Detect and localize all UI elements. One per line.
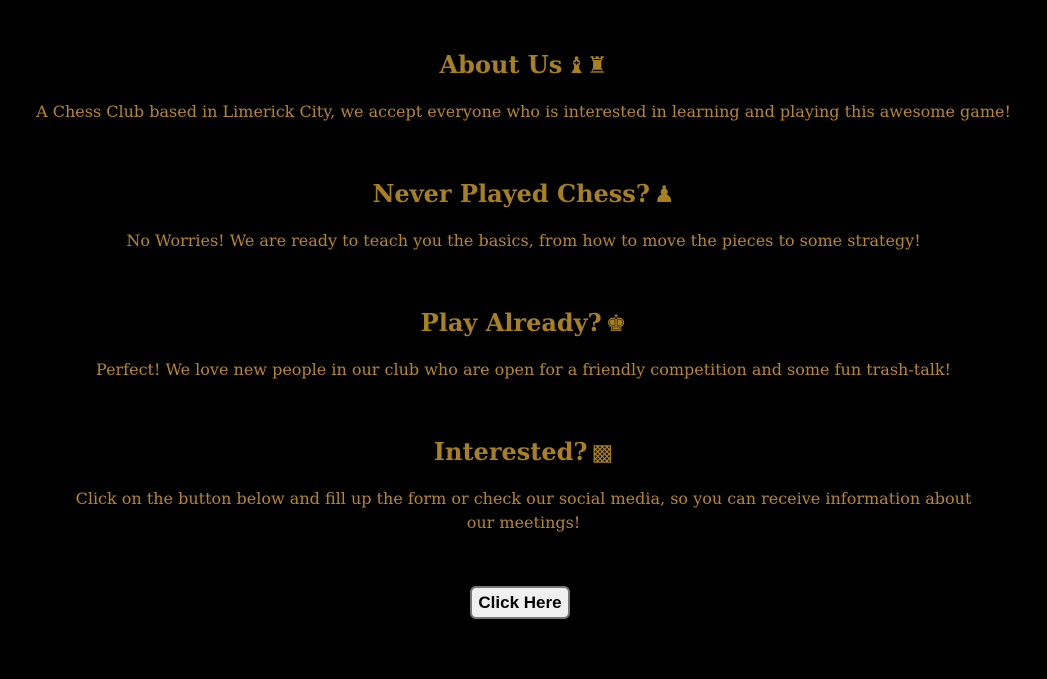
- about-us-text: A Chess Club based in Limerick City, we …: [36, 102, 1011, 121]
- chess-pawn-icon: ♟: [653, 182, 675, 208]
- click-here-button[interactable]: Click Here: [470, 586, 570, 619]
- play-already-section: Play Already? ♚ Perfect! We love new peop…: [0, 306, 1047, 382]
- never-played-text: No Worries! We are ready to teach you th…: [126, 231, 921, 250]
- chess-bishop-rook-icon: ♝♜: [566, 53, 608, 79]
- checkerboard-icon: ▩: [591, 440, 614, 466]
- about-us-heading: About Us ♝♜: [439, 50, 608, 79]
- play-already-heading: Play Already? ♚: [420, 308, 627, 337]
- interested-section: Interested? ▩ Click on the button below a…: [0, 435, 1047, 535]
- about-us-section: About Us ♝♜ A Chess Club based in Limeric…: [0, 48, 1047, 124]
- never-played-heading: Never Played Chess? ♟: [372, 179, 675, 208]
- never-played-section: Never Played Chess? ♟ No Worries! We are …: [0, 177, 1047, 253]
- interested-text: Click on the button below and fill up th…: [75, 489, 972, 532]
- interested-heading: Interested? ▩: [433, 437, 614, 466]
- play-already-text: Perfect! We love new people in our club …: [96, 360, 951, 379]
- chess-king-icon: ♚: [605, 311, 627, 337]
